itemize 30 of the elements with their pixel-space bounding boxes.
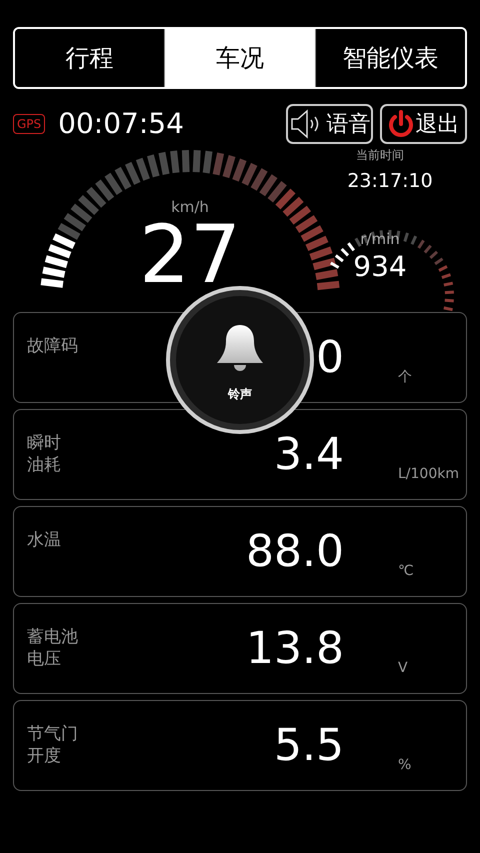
- tab[interactable]: 车况: [164, 29, 315, 87]
- elapsed-time: 00:07:54: [58, 106, 184, 142]
- reading-label: 电压: [27, 648, 62, 670]
- reading-label: 开度: [27, 745, 62, 767]
- ringtone-button[interactable]: 铃声: [166, 286, 314, 434]
- power-icon: [388, 110, 414, 138]
- reading-label: 水温: [27, 529, 62, 551]
- reading-value: 5.5: [274, 718, 344, 772]
- reading-label: 蓄电池: [27, 626, 79, 648]
- clock-label: 当前时间: [355, 147, 405, 164]
- reading-unit: ℃: [397, 562, 415, 581]
- reading-unit: 个: [397, 368, 413, 387]
- reading-value: 0: [316, 330, 344, 384]
- reading-label: 故障码: [27, 335, 79, 357]
- reading-unit: V: [397, 659, 409, 678]
- reading-unit: L/100km: [397, 465, 460, 484]
- reading-label: 瞬时: [27, 432, 62, 454]
- reading-value: 88.0: [246, 524, 344, 578]
- reading-label: 油耗: [27, 454, 62, 476]
- reading-value: 13.8: [246, 622, 344, 676]
- rpm-value: 934: [352, 249, 408, 285]
- reading-unit: %: [397, 756, 412, 775]
- exit-button[interactable]: 退出: [380, 104, 467, 144]
- bell-icon: [216, 323, 264, 373]
- rpm-unit: r/min: [359, 229, 401, 250]
- clock-time: 23:17:10: [346, 169, 434, 194]
- tab[interactable]: 智能仪表: [314, 29, 465, 87]
- voice-button[interactable]: 语音: [286, 104, 373, 144]
- reading-label: 节气门: [27, 723, 79, 745]
- gps-badge: GPS: [13, 114, 46, 134]
